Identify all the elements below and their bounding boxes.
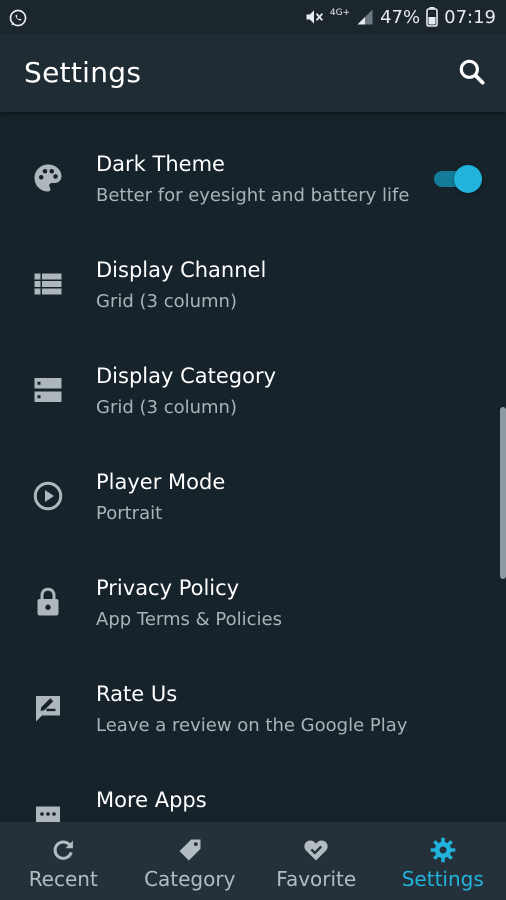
nav-favorite[interactable]: Favorite (253, 822, 380, 900)
clock: 07:19 (444, 6, 496, 28)
page-title: Settings (24, 56, 142, 89)
signal-icon (357, 9, 373, 25)
setting-rate-us[interactable]: Rate Us Leave a review on the Google Pla… (0, 642, 506, 748)
setting-display-channel[interactable]: Display Channel Grid (3 column) (0, 218, 506, 324)
setting-player-mode[interactable]: Player Mode Portrait (0, 430, 506, 536)
setting-privacy-policy[interactable]: Privacy Policy App Terms & Policies (0, 536, 506, 642)
setting-dark-theme[interactable]: Dark Theme Better for eyesight and batte… (0, 112, 506, 218)
setting-label: Rate Us (96, 682, 178, 706)
setting-label: Player Mode (96, 470, 226, 494)
whatsapp-icon (9, 9, 27, 27)
battery-percent: 47% (380, 6, 421, 28)
bottom-navigation: Recent Category Favorite Settings (0, 822, 506, 900)
setting-label: Privacy Policy (96, 576, 240, 600)
nav-settings[interactable]: Settings (380, 822, 506, 900)
setting-label: Display Category (96, 364, 277, 388)
dark-theme-toggle[interactable] (434, 165, 482, 193)
nav-recent[interactable]: Recent (0, 822, 127, 900)
scrollbar-thumb[interactable] (500, 407, 506, 579)
list-icon (34, 273, 62, 295)
app-bar: Settings (0, 34, 506, 112)
refresh-icon (53, 840, 74, 860)
mute-icon (306, 10, 323, 24)
toggle-thumb (454, 165, 482, 193)
setting-subtitle: Leave a review on the Google Play (96, 715, 408, 736)
search-icon[interactable] (456, 56, 488, 88)
play-circle-icon (33, 481, 63, 511)
setting-display-category[interactable]: Display Category Grid (3 column) (0, 324, 506, 430)
settings-list: Dark Theme Better for eyesight and batte… (0, 112, 506, 822)
setting-subtitle: App Terms & Policies (96, 609, 282, 630)
lock-icon (37, 587, 59, 616)
setting-subtitle: Portrait (96, 503, 163, 524)
network-type: 4G+ (329, 7, 351, 18)
setting-subtitle: Better for eyesight and battery life (96, 185, 410, 206)
gear-icon (430, 837, 455, 863)
setting-label: Display Channel (96, 258, 267, 282)
setting-subtitle: Grid (3 column) (96, 397, 237, 418)
status-bar: 4G+ 47% 07:19 (0, 0, 506, 34)
nav-category[interactable]: Category (127, 822, 254, 900)
heart-check-icon (304, 840, 328, 861)
setting-subtitle: Grid (3 column) (96, 291, 237, 312)
setting-label: Dark Theme (96, 152, 225, 176)
nav-label: Recent (28, 867, 98, 891)
nav-label: Favorite (276, 867, 357, 891)
setting-label: More Apps (96, 788, 207, 812)
setting-more-apps[interactable]: More Apps (0, 748, 506, 822)
battery-icon (426, 7, 438, 27)
palette-icon (34, 164, 62, 192)
nav-label: Settings (401, 867, 484, 891)
nav-label: Category (144, 867, 236, 891)
storage-icon (34, 378, 62, 402)
tag-icon (179, 839, 201, 861)
shop-icon (36, 806, 60, 822)
rate-review-icon (36, 696, 60, 722)
